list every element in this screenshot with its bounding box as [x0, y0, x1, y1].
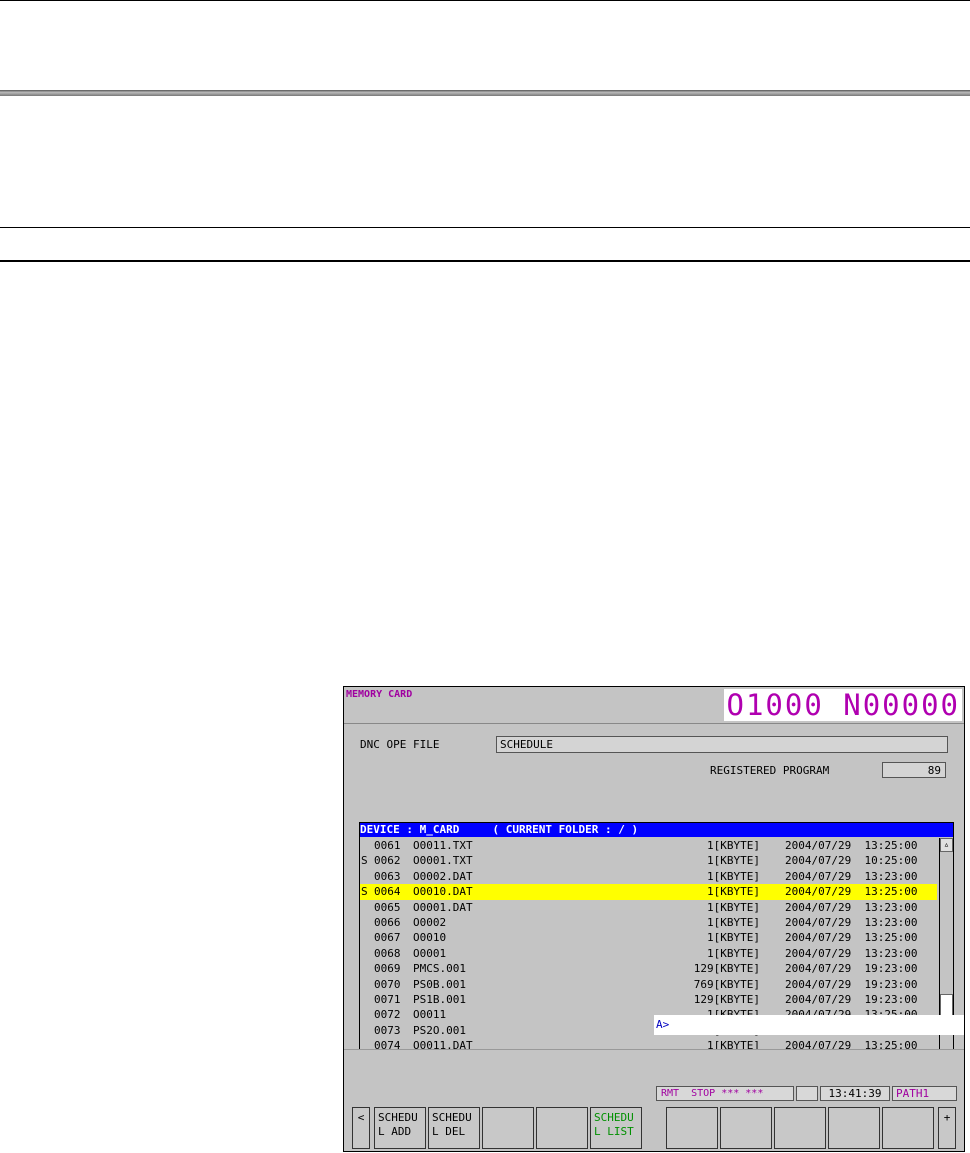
section-rule-2 [0, 260, 970, 262]
file-list: DEVICE : M_CARD ( CURRENT FOLDER : / ) 0… [359, 822, 954, 1074]
file-number: 0068 [374, 946, 401, 960]
file-row[interactable]: 0065 O0001.DAT 1[KBYTE] 2004/07/29 13:23:00 [360, 900, 937, 915]
file-row[interactable]: S 0062 O0001.TXT 1[KBYTE] 2004/07/29 10:25:0… [360, 853, 937, 868]
file-row[interactable]: 0070 PS0B.001 769[KBYTE] 2004/07/29 19:23:0… [360, 977, 937, 992]
softkey-1-button[interactable]: SCHEDU L ADD [374, 1107, 426, 1149]
file-row[interactable]: 0067 O0010 1[KBYTE] 2004/07/29 13:25:00 [360, 930, 937, 945]
file-number: 0063 [374, 869, 401, 883]
scroll-up-arrow-icon[interactable]: ▵ [940, 838, 953, 852]
file-number: 0070 [374, 977, 401, 991]
file-date: 2004/07/29 13:23:00 [785, 946, 918, 960]
file-number: 0064 [374, 885, 401, 899]
file-flag: S [361, 854, 368, 868]
file-size: 1[KBYTE] [707, 839, 760, 852]
file-row[interactable]: 0061 O0011.TXT 1[KBYTE] 2004/07/29 13:25:00 [360, 838, 937, 853]
file-size: 1[KBYTE] [707, 869, 760, 883]
softkey-10-button[interactable] [882, 1107, 934, 1149]
softkey-5-button[interactable]: SCHEDU L LIST [590, 1107, 642, 1149]
screen-title: MEMORY CARD [346, 689, 413, 700]
list-header: DEVICE : M_CARD ( CURRENT FOLDER : / ) [360, 823, 953, 837]
file-size: 1[KBYTE] [707, 915, 760, 929]
file-size: 1[KBYTE] [707, 931, 760, 945]
file-number: 0065 [374, 900, 401, 914]
scrollbar[interactable]: ▵ ▿ [939, 838, 953, 1073]
status-time: 13:41:39 [820, 1086, 890, 1101]
dnc-file-label: DNC OPE FILE [360, 738, 440, 751]
file-number: 0069 [374, 962, 401, 976]
file-date: 2004/07/29 19:23:00 [785, 962, 918, 976]
file-name: PS1B.001 [413, 992, 466, 1006]
softkey-9-button[interactable] [828, 1107, 880, 1149]
file-flag: S [361, 885, 368, 899]
file-date: 2004/07/29 13:25:00 [785, 885, 918, 899]
file-name: O0002.DAT [413, 869, 473, 883]
file-number: 0066 [374, 915, 401, 929]
file-number: 0061 [374, 839, 401, 852]
softkey-4-button[interactable] [536, 1107, 588, 1149]
registered-program-count: 89 [882, 762, 946, 778]
status-path: PATH1 [892, 1086, 957, 1101]
file-date: 2004/07/29 13:23:00 [785, 869, 918, 883]
status-blank [796, 1086, 818, 1101]
status-mode: RMT STOP *** *** [656, 1086, 794, 1101]
file-size: 1[KBYTE] [707, 900, 760, 914]
softkey-6-button[interactable] [666, 1107, 718, 1149]
file-row[interactable]: 0066 O0002 1[KBYTE] 2004/07/29 13:23:00 [360, 915, 937, 930]
file-date: 2004/07/29 19:23:00 [785, 992, 918, 1006]
file-name: O0001.DAT [413, 900, 473, 914]
file-row[interactable]: S 0064 O0010.DAT 1[KBYTE] 2004/07/29 13:25:0… [360, 884, 937, 900]
file-number: 0072 [374, 1008, 401, 1022]
file-number: 0071 [374, 992, 401, 1006]
registered-program-label: REGISTERED PROGRAM [710, 764, 830, 777]
softkey-prev-button[interactable]: < [352, 1107, 370, 1149]
file-number: 0062 [374, 854, 401, 868]
file-date: 2004/07/29 13:23:00 [785, 915, 918, 929]
status-bar: RMT STOP *** *** 13:41:39 PATH1 [344, 1049, 964, 1101]
file-row[interactable]: 0068 O0001 1[KBYTE] 2004/07/29 13:23:00 [360, 946, 937, 961]
program-number: O1000 N00000 [724, 688, 962, 722]
command-input[interactable]: A> [654, 1015, 964, 1035]
file-size: 1[KBYTE] [707, 854, 760, 868]
file-size: 129[KBYTE] [693, 962, 760, 976]
file-name: O0002 [413, 915, 447, 929]
file-date: 2004/07/29 10:25:00 [785, 854, 918, 868]
file-size: 1[KBYTE] [707, 946, 760, 960]
file-date: 2004/07/29 13:25:00 [785, 931, 918, 945]
file-date: 2004/07/29 19:23:00 [785, 977, 918, 991]
cnc-screen: MEMORY CARD O1000 N00000 DNC OPE FILE SC… [343, 686, 965, 1152]
file-name: O0010 [413, 931, 447, 945]
file-row[interactable]: 0071 PS1B.001 129[KBYTE] 2004/07/29 19:23:0… [360, 992, 937, 1007]
file-name: O0011.TXT [413, 839, 473, 852]
softkey-8-button[interactable] [774, 1107, 826, 1149]
file-date: 2004/07/29 13:25:00 [785, 839, 918, 852]
file-size: 769[KBYTE] [693, 977, 760, 991]
dnc-file-field[interactable]: SCHEDULE [496, 736, 948, 753]
file-row[interactable]: 0069 PMCS.001 129[KBYTE] 2004/07/29 19:23:0… [360, 961, 937, 976]
file-number: 0067 [374, 931, 401, 945]
file-name: O0010.DAT [413, 885, 473, 899]
file-name: O0001 [413, 946, 447, 960]
softkey-3-button[interactable] [482, 1107, 534, 1149]
softkey-2-button[interactable]: SCHEDU L DEL [428, 1107, 480, 1149]
soft-key-bar: < + SCHEDU L ADD SCHEDU L DEL SCHEDU L LIS… [344, 1105, 964, 1151]
softkey-next-button[interactable]: + [938, 1107, 956, 1149]
header-rule [0, 90, 970, 96]
top-rule [0, 0, 970, 1]
section-rule-1 [0, 227, 970, 228]
softkey-7-button[interactable] [720, 1107, 772, 1149]
file-size: 1[KBYTE] [707, 885, 760, 899]
file-date: 2004/07/29 13:23:00 [785, 900, 918, 914]
file-name: PS0B.001 [413, 977, 466, 991]
file-name: PMCS.001 [413, 962, 466, 976]
file-row[interactable]: 0063 O0002.DAT 1[KBYTE] 2004/07/29 13:23:00 [360, 869, 937, 884]
file-name: O0001.TXT [413, 854, 473, 868]
file-name: O0011 [413, 1008, 447, 1022]
file-number: 0073 [374, 1023, 401, 1037]
main-panel: DNC OPE FILE SCHEDULE REGISTERED PROGRAM… [344, 723, 964, 1074]
file-size: 129[KBYTE] [693, 992, 760, 1006]
file-name: PS2O.001 [413, 1023, 466, 1037]
